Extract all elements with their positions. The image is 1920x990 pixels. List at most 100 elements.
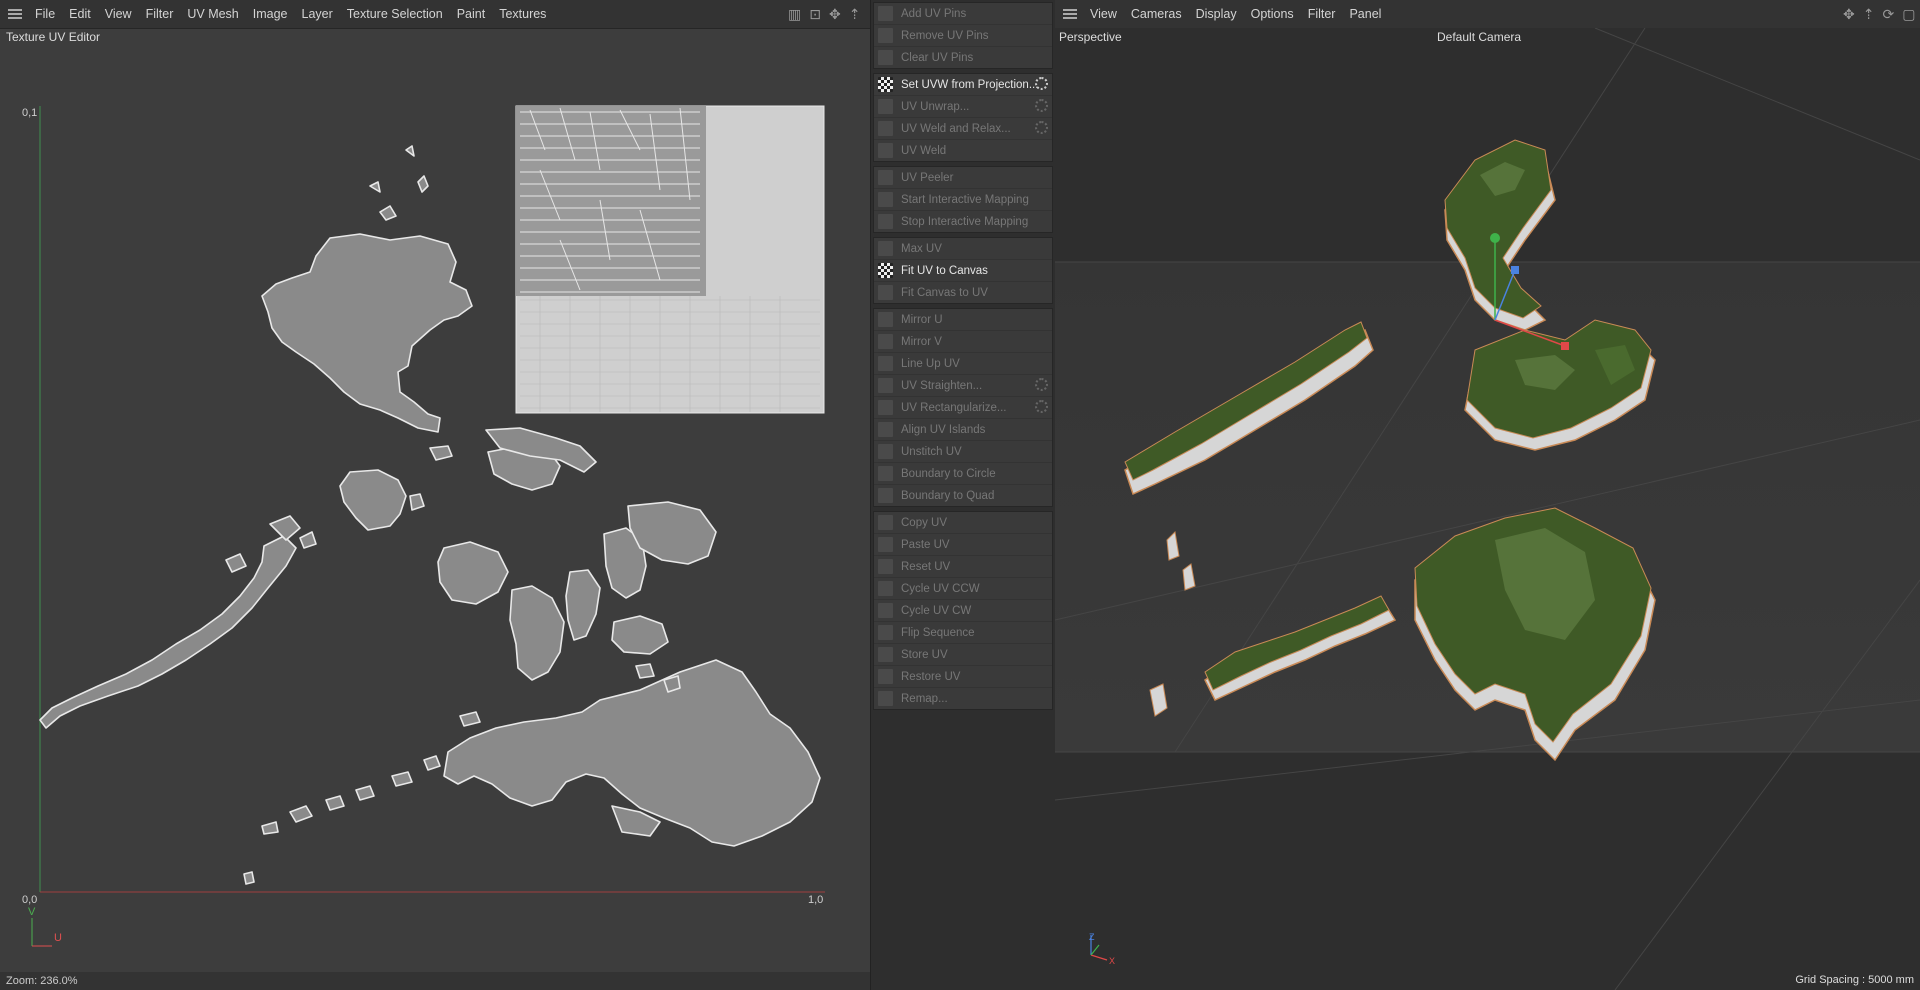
uv-canvas[interactable] — [0, 48, 870, 974]
viewport-panel: View Cameras Display Options Filter Pane… — [1055, 0, 1920, 990]
command-label: Set UVW from Projection... — [901, 78, 1039, 91]
command-remap[interactable]: Remap... — [874, 688, 1052, 709]
command-label: UV Weld and Relax... — [901, 122, 1011, 135]
menu-filter[interactable]: Filter — [1301, 0, 1343, 28]
menu-view[interactable]: View — [98, 0, 139, 28]
rotate-view-icon[interactable]: ⟳ — [1882, 6, 1894, 23]
unstitch-uv-icon — [878, 444, 893, 459]
command-boundary-to-circle[interactable]: Boundary to Circle — [874, 463, 1052, 485]
command-uv-weld[interactable]: UV Weld — [874, 140, 1052, 161]
command-line-up-uv[interactable]: Line Up UV — [874, 353, 1052, 375]
command-label: Stop Interactive Mapping — [901, 215, 1029, 228]
command-add-uv-pins[interactable]: Add UV Pins — [874, 3, 1052, 25]
command-uv-weld-and-relax[interactable]: UV Weld and Relax... — [874, 118, 1052, 140]
command-label: Clear UV Pins — [901, 51, 974, 64]
hamburger-menu-icon[interactable] — [1063, 9, 1077, 19]
x-axis-label: X — [1109, 956, 1116, 966]
command-uv-unwrap[interactable]: UV Unwrap... — [874, 96, 1052, 118]
origin-label: 0,0 — [22, 894, 38, 906]
gear-icon[interactable] — [1035, 99, 1048, 112]
command-label: UV Rectangularize... — [901, 401, 1007, 414]
menu-edit[interactable]: Edit — [62, 0, 98, 28]
grid-spacing-readout: Grid Spacing : 5000 mm — [1795, 974, 1914, 986]
command-label: Remap... — [901, 692, 948, 705]
menu-texture-selection[interactable]: Texture Selection — [340, 0, 450, 28]
command-label: Align UV Islands — [901, 423, 986, 436]
uv-unwrap-icon — [878, 99, 893, 114]
command-label: Max UV — [901, 242, 942, 255]
command-label: Store UV — [901, 648, 948, 661]
command-store-uv[interactable]: Store UV — [874, 644, 1052, 666]
command-label: Paste UV — [901, 538, 950, 551]
gear-icon[interactable] — [1035, 400, 1048, 413]
command-stop-interactive-mapping[interactable]: Stop Interactive Mapping — [874, 211, 1052, 232]
command-clear-uv-pins[interactable]: Clear UV Pins — [874, 47, 1052, 68]
move-view-icon[interactable]: ✥ — [829, 6, 841, 23]
gear-icon[interactable] — [1035, 121, 1048, 134]
viewport-nav-icons: ✥ ⇡ ⟳ ▢ — [1843, 0, 1915, 28]
command-label: Mirror U — [901, 313, 943, 326]
command-label: Cycle UV CCW — [901, 582, 980, 595]
viewport-menubar: View Cameras Display Options Filter Pane… — [1055, 0, 1920, 29]
command-align-uv-islands[interactable]: Align UV Islands — [874, 419, 1052, 441]
command-start-interactive-mapping[interactable]: Start Interactive Mapping — [874, 189, 1052, 211]
command-label: Fit Canvas to UV — [901, 286, 988, 299]
menu-cameras[interactable]: Cameras — [1124, 0, 1189, 28]
command-reset-uv[interactable]: Reset UV — [874, 556, 1052, 578]
hamburger-menu-icon[interactable] — [8, 9, 22, 19]
command-boundary-to-quad[interactable]: Boundary to Quad — [874, 485, 1052, 506]
command-uv-straighten[interactable]: UV Straighten... — [874, 375, 1052, 397]
move-view-icon[interactable]: ✥ — [1843, 6, 1855, 23]
command-mirror-v[interactable]: Mirror V — [874, 331, 1052, 353]
active-camera-label[interactable]: Default Camera — [1437, 30, 1521, 44]
pin-icon[interactable]: ⇡ — [849, 6, 861, 23]
menu-options[interactable]: Options — [1244, 0, 1301, 28]
histogram-icon[interactable]: ▥ — [788, 6, 801, 23]
command-copy-uv[interactable]: Copy UV — [874, 512, 1052, 534]
menu-paint[interactable]: Paint — [450, 0, 493, 28]
command-label: Copy UV — [901, 516, 948, 529]
menu-filter[interactable]: Filter — [139, 0, 181, 28]
command-remove-uv-pins[interactable]: Remove UV Pins — [874, 25, 1052, 47]
menu-file[interactable]: File — [28, 0, 62, 28]
command-cycle-uv-ccw[interactable]: Cycle UV CCW — [874, 578, 1052, 600]
dolly-icon[interactable]: ⇡ — [1863, 6, 1875, 23]
command-paste-uv[interactable]: Paste UV — [874, 534, 1052, 556]
command-label: Flip Sequence — [901, 626, 975, 639]
3d-viewport[interactable] — [1055, 28, 1920, 990]
menu-uv-mesh[interactable]: UV Mesh — [180, 0, 245, 28]
command-fit-canvas-to-uv[interactable]: Fit Canvas to UV — [874, 282, 1052, 303]
menu-panel[interactable]: Panel — [1342, 0, 1388, 28]
start-interactive-mapping-icon — [878, 192, 893, 207]
command-unstitch-uv[interactable]: Unstitch UV — [874, 441, 1052, 463]
command-fit-uv-to-canvas[interactable]: Fit UV to Canvas — [874, 260, 1052, 282]
side-wall-uv-block — [515, 105, 825, 414]
command-uv-peeler[interactable]: UV Peeler — [874, 167, 1052, 189]
lock-icon[interactable]: ⊡ — [809, 6, 821, 23]
mirror-v-icon — [878, 334, 893, 349]
menu-image[interactable]: Image — [246, 0, 295, 28]
restore-uv-icon — [878, 669, 893, 684]
menu-display[interactable]: Display — [1189, 0, 1244, 28]
uv-peeler-icon — [878, 170, 893, 185]
command-flip-sequence[interactable]: Flip Sequence — [874, 622, 1052, 644]
command-label: Boundary to Circle — [901, 467, 996, 480]
menu-layer[interactable]: Layer — [295, 0, 340, 28]
remap-icon — [878, 691, 893, 706]
command-max-uv[interactable]: Max UV — [874, 238, 1052, 260]
command-mirror-u[interactable]: Mirror U — [874, 309, 1052, 331]
gear-icon[interactable] — [1035, 77, 1048, 90]
paste-uv-icon — [878, 537, 893, 552]
command-uv-rectangularize[interactable]: UV Rectangularize... — [874, 397, 1052, 419]
command-set-uvw-from-projection[interactable]: Set UVW from Projection... — [874, 74, 1052, 96]
maximize-view-icon[interactable]: ▢ — [1902, 6, 1915, 23]
command-label: UV Unwrap... — [901, 100, 970, 113]
menu-textures[interactable]: Textures — [492, 0, 553, 28]
command-restore-uv[interactable]: Restore UV — [874, 666, 1052, 688]
command-cycle-uv-cw[interactable]: Cycle UV CW — [874, 600, 1052, 622]
menu-view[interactable]: View — [1083, 0, 1124, 28]
uv-editor-toolbar-icons: ▥ ⊡ ✥ ⇡ — [788, 0, 860, 28]
gear-icon[interactable] — [1035, 378, 1048, 391]
view-mode-label: Perspective — [1059, 30, 1122, 44]
command-label: Remove UV Pins — [901, 29, 989, 42]
